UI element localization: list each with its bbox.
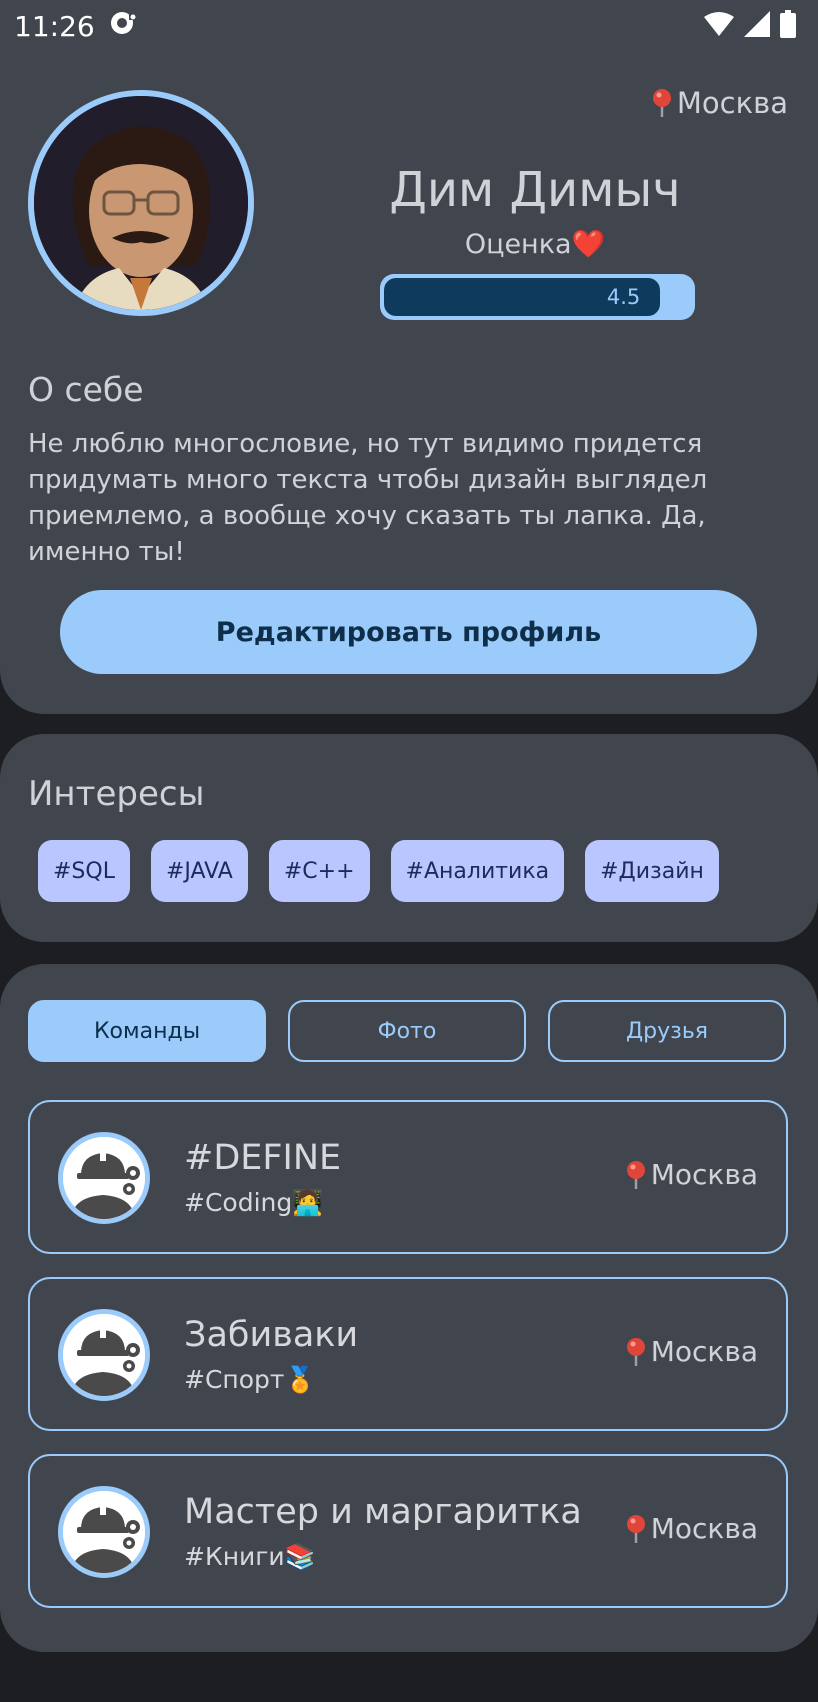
profile-card: Москва Дим Димыч Оценка❤️ 4.5 О себе Не … — [0, 50, 818, 714]
tab-bar: Команды Фото Друзья — [28, 1000, 786, 1062]
rating-label: Оценка❤️ — [464, 229, 606, 260]
tab-friends[interactable]: Друзья — [548, 1000, 786, 1062]
map-pin-icon — [651, 88, 673, 118]
wifi-icon — [704, 11, 734, 41]
interest-tag[interactable]: #Аналитика — [390, 840, 565, 902]
interest-tag[interactable]: #JAVA — [150, 840, 248, 902]
team-avatar-worker-icon — [58, 1132, 150, 1224]
status-time: 11:26 — [14, 9, 95, 43]
about-text: Не люблю многословие, но тут видимо прид… — [28, 429, 708, 567]
team-name: Забиваки — [184, 1315, 359, 1355]
team-tag: #Coding🧑‍💻 — [184, 1188, 324, 1217]
teams-card: Команды Фото Друзья #DEFINE #Coding🧑‍💻 — [0, 964, 818, 1652]
team-avatar-worker-icon — [58, 1309, 150, 1401]
team-location: Москва — [625, 1512, 758, 1545]
team-location-text: Москва — [650, 1158, 758, 1191]
team-avatar-worker-icon — [58, 1486, 150, 1578]
map-pin-icon — [625, 1514, 647, 1544]
team-location-text: Москва — [650, 1512, 758, 1545]
interest-tag[interactable]: #C++ — [268, 840, 370, 902]
interests-title: Интересы — [28, 774, 205, 814]
profile-location: Москва — [651, 86, 788, 120]
rating-bar: 4.5 — [380, 274, 695, 320]
map-pin-icon — [625, 1337, 647, 1367]
status-right — [704, 10, 796, 42]
rating-value: 4.5 — [606, 285, 641, 309]
team-item[interactable]: #DEFINE #Coding🧑‍💻 Москва — [28, 1100, 788, 1254]
team-item[interactable]: Мастер и маргаритка #Книги📚 Москва — [28, 1454, 788, 1608]
notification-icon — [109, 9, 137, 44]
interest-tag[interactable]: #Дизайн — [585, 840, 719, 902]
team-location: Москва — [625, 1158, 758, 1191]
team-location-text: Москва — [650, 1335, 758, 1368]
team-tag: #Спорт🏅 — [184, 1365, 316, 1394]
team-name: Мастер и маргаритка — [184, 1492, 582, 1532]
signal-icon — [744, 11, 770, 41]
profile-location-text: Москва — [676, 86, 788, 120]
team-item[interactable]: Забиваки #Спорт🏅 Москва — [28, 1277, 788, 1431]
avatar-portrait — [34, 96, 248, 310]
battery-icon — [780, 10, 796, 42]
about-title: О себе — [28, 370, 144, 409]
interests-card: Интересы #SQL #JAVA #C++ #Аналитика #Диз… — [0, 734, 818, 942]
profile-name: Дим Димыч — [389, 162, 681, 218]
edit-profile-button[interactable]: Редактировать профиль — [60, 590, 757, 674]
rating-bar-fill: 4.5 — [384, 278, 661, 316]
status-left: 11:26 — [14, 9, 137, 44]
team-name: #DEFINE — [184, 1138, 342, 1178]
interest-tags: #SQL #JAVA #C++ #Аналитика #Дизайн — [38, 840, 719, 902]
team-location: Москва — [625, 1335, 758, 1368]
status-bar: 11:26 — [0, 0, 818, 52]
map-pin-icon — [625, 1160, 647, 1190]
tab-photo[interactable]: Фото — [288, 1000, 526, 1062]
tab-teams[interactable]: Команды — [28, 1000, 266, 1062]
team-tag: #Книги📚 — [184, 1542, 316, 1571]
avatar[interactable] — [28, 90, 254, 316]
interest-tag[interactable]: #SQL — [38, 840, 130, 902]
